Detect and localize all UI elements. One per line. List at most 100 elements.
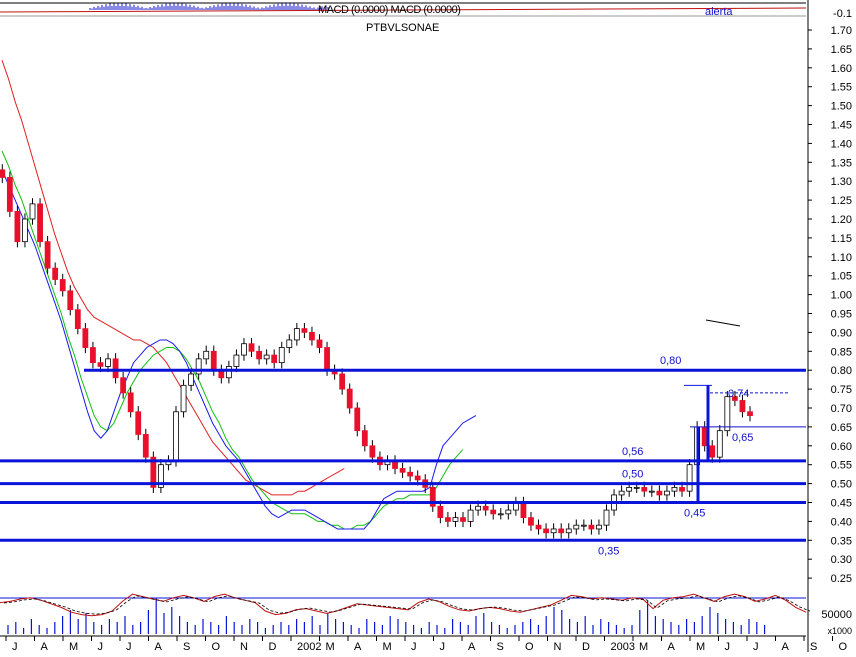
y-tick-label: 0.75 — [831, 384, 852, 396]
candle — [747, 411, 753, 416]
x-tick-label: N — [240, 641, 248, 652]
volume-unit-label: x1000 — [827, 626, 852, 636]
candle — [407, 471, 414, 477]
candle — [603, 509, 610, 526]
candle — [573, 524, 580, 530]
candle — [14, 211, 21, 243]
candle — [120, 377, 127, 394]
candle — [361, 430, 368, 447]
x-tick-label: D — [269, 641, 277, 652]
x-tick-label: M — [639, 641, 648, 652]
candle — [618, 490, 625, 496]
support-line-label: 0,45 — [684, 508, 705, 520]
y-tick-label: 0.85 — [831, 346, 852, 358]
candle — [112, 358, 119, 379]
candle — [346, 388, 353, 409]
macd-tick-label: -0.1 — [833, 8, 852, 20]
x-tick-label: 2002 — [297, 641, 321, 652]
candle — [210, 350, 217, 371]
candle — [497, 513, 504, 516]
y-tick-label: 1.25 — [831, 195, 852, 207]
candle — [550, 528, 557, 534]
candle — [271, 354, 278, 364]
candle — [173, 411, 179, 462]
x-tick-label: O — [525, 641, 534, 652]
candle — [37, 203, 43, 243]
x-tick-label: 2003 — [611, 641, 635, 652]
x-tick-label: O — [212, 641, 221, 652]
x-tick-label: N — [554, 641, 562, 652]
x-tick-label: M — [383, 641, 392, 652]
x-tick-label: J — [753, 641, 759, 652]
candle — [309, 331, 315, 341]
ma-fast-line — [1, 169, 477, 530]
candle — [241, 343, 247, 356]
x-tick-label: A — [41, 641, 49, 652]
x-tick-label: A — [782, 641, 790, 652]
x-tick-label: A — [354, 641, 362, 652]
oscillator-line — [0, 593, 807, 617]
candle — [664, 490, 670, 496]
x-tick-label: J — [12, 641, 18, 652]
x-tick-label: O — [839, 641, 848, 652]
y-tick-label: 0.95 — [831, 309, 852, 321]
y-tick-label: 0.55 — [831, 460, 852, 472]
candle — [656, 490, 663, 496]
y-tick-label: 0.80 — [831, 365, 852, 377]
y-tick-label: 0.50 — [831, 479, 852, 491]
price-chart[interactable]: 1.70 1.65 1.60 1.55 1.50 1.45 1.40 1.35 1.30 1.25… — [0, 0, 856, 653]
candle — [482, 505, 489, 511]
candle — [188, 373, 195, 386]
candle — [520, 502, 527, 519]
candle — [74, 309, 81, 330]
candle — [0, 169, 6, 178]
candle — [324, 347, 330, 371]
y-tick-label: 0.25 — [831, 573, 852, 585]
y-tick-label: 1.00 — [831, 290, 852, 302]
y-tick-label: 0.60 — [831, 441, 852, 453]
candle — [535, 524, 542, 530]
candle — [596, 524, 602, 530]
x-tick-label: A — [468, 641, 476, 652]
candle — [59, 279, 66, 292]
candle — [414, 475, 421, 481]
candle — [339, 373, 346, 390]
candle — [293, 328, 300, 341]
chart-window: 1.70 1.65 1.60 1.55 1.50 1.45 1.40 1.35 1.30 1.25… — [0, 0, 856, 653]
candle — [354, 407, 361, 432]
support-line-label: 0,35 — [598, 545, 619, 557]
y-tick-label: 1.35 — [831, 157, 852, 169]
volume-tick-label: 50000 — [821, 609, 852, 621]
candle — [90, 347, 96, 364]
candle — [399, 468, 406, 473]
y-tick-label: 1.60 — [831, 63, 852, 75]
candle — [105, 358, 111, 367]
candle — [467, 509, 474, 522]
candle — [626, 486, 633, 492]
candle — [460, 517, 466, 522]
oscillator-signal-line — [3, 595, 811, 615]
candle — [633, 486, 640, 489]
y-tick-label: 1.20 — [831, 214, 852, 226]
candle — [67, 290, 74, 311]
candle — [233, 354, 240, 367]
y-tick-label: 0.40 — [831, 516, 852, 528]
y-tick-label: 0.90 — [831, 327, 852, 339]
y-tick-label: 0.35 — [831, 535, 852, 547]
candle — [558, 528, 565, 534]
candle — [565, 528, 572, 534]
candle — [44, 241, 51, 269]
x-tick-label: M — [326, 641, 335, 652]
alert-label[interactable]: alerta — [705, 6, 733, 18]
candle — [709, 445, 716, 458]
y-tick-label: 1.70 — [831, 25, 852, 37]
y-tick-label: 1.05 — [831, 271, 852, 283]
candle — [248, 343, 255, 352]
candle — [724, 396, 731, 432]
candle — [369, 445, 376, 458]
y-tick-label: 0.30 — [831, 554, 852, 566]
candle — [225, 366, 232, 379]
y-tick-label: 1.40 — [831, 138, 852, 150]
y-tick-label: 1.30 — [831, 176, 852, 188]
candle — [671, 486, 678, 492]
